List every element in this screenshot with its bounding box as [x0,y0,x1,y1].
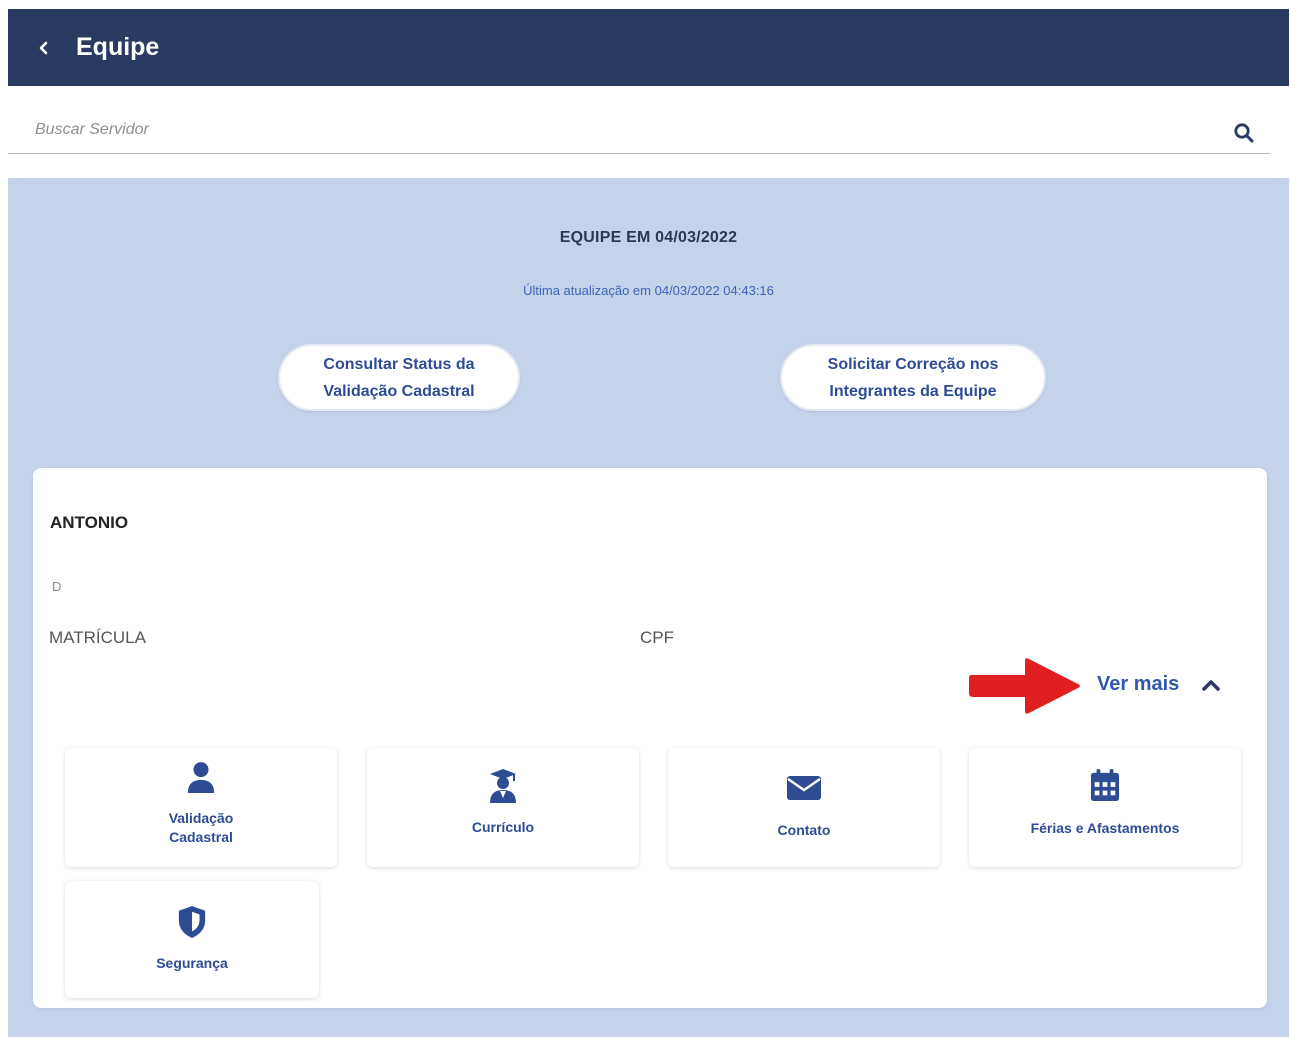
check-validation-status-button[interactable]: Consultar Status da Validação Cadastral [278,344,520,411]
shield-icon [178,906,206,938]
employee-name: ANTONIO [50,513,129,532]
tile-curriculo[interactable]: Currículo [367,748,639,867]
graduate-icon [490,769,516,803]
search-bar [8,86,1289,178]
tile-contato-label: Contato [777,822,831,838]
red-arrow-annotation [969,658,1080,714]
search-input[interactable] [35,116,1205,144]
tile-seguranca[interactable]: Segurança [65,881,319,998]
tile-contato[interactable]: Contato [668,748,940,867]
ver-mais-toggle[interactable]: Ver mais [1097,673,1221,696]
search-underline [8,153,1270,154]
tile-seguranca-label: Segurança [156,955,228,971]
employee-card: ANTONIO D MATRÍCULA CPF Ver mais Validaç… [33,468,1267,1008]
matricula-label: MATRÍCULA [49,628,146,647]
check-validation-status-label: Consultar Status da Validação Cadastral [323,355,475,400]
request-correction-button[interactable]: Solicitar Correção nos Integrantes da Eq… [780,344,1046,411]
request-correction-label: Solicitar Correção nos Integrantes da Eq… [827,355,999,400]
chevron-up-icon [1202,679,1221,691]
tile-validacao-label-line2: Cadastral [169,829,233,845]
app-frame: Equipe EQUIPE EM 04/03/2022 Última atual… [8,9,1289,1037]
calendar-icon [1090,769,1120,801]
back-button[interactable] [18,9,70,86]
search-icon[interactable] [1233,122,1255,144]
top-bar: Equipe [8,9,1289,86]
page-title: Equipe [76,33,160,61]
tile-validacao-label-line1: Validação [168,810,234,826]
ver-mais-label: Ver mais [1097,673,1180,695]
tile-validacao-cadastral[interactable]: Validação Cadastral [65,748,337,867]
last-update-text: Última atualização em 04/03/2022 04:43:1… [523,283,774,298]
chevron-left-icon [39,41,48,54]
envelope-icon [787,776,821,800]
team-date-title: EQUIPE EM 04/03/2022 [559,229,738,246]
cpf-label: CPF [640,628,674,647]
tile-ferias-label: Férias e Afastamentos [1030,820,1180,836]
tile-ferias-afastamentos[interactable]: Férias e Afastamentos [969,748,1241,867]
employee-detail: D [52,579,62,594]
team-header: EQUIPE EM 04/03/2022 [8,229,1289,247]
tile-validacao-label: Validação Cadastral [169,809,234,847]
user-icon [187,762,215,793]
tile-curriculo-label: Currículo [471,819,535,835]
